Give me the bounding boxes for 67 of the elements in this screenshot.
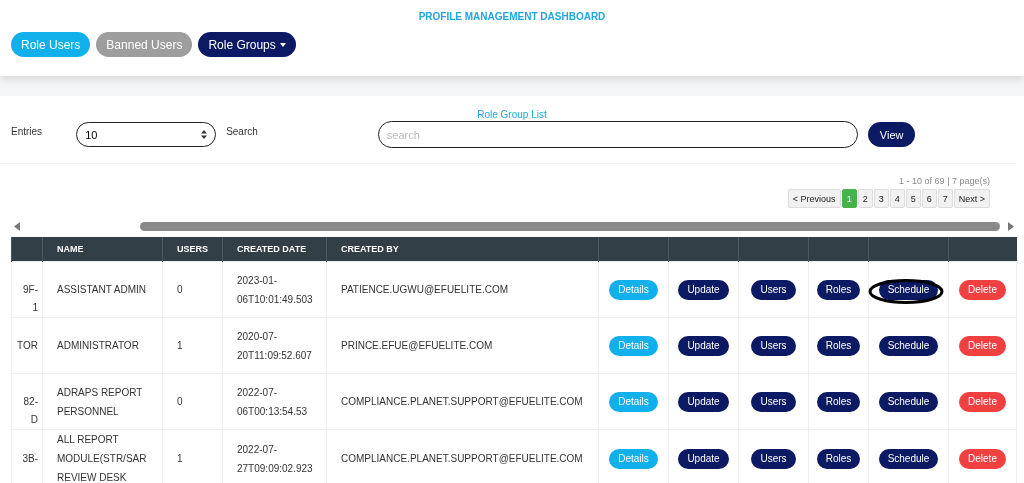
- page-button[interactable]: 4: [889, 189, 905, 208]
- search-label: Search: [226, 126, 258, 137]
- view-button[interactable]: View: [867, 122, 916, 147]
- action-button[interactable]: Users: [751, 279, 796, 300]
- action-button[interactable]: Schedule: [878, 391, 939, 412]
- page-button[interactable]: 5: [905, 189, 921, 208]
- action-button[interactable]: Schedule: [878, 335, 939, 356]
- table-cell-text: COMPLIANCE.PLANET.SUPPORT@EFUELITE.COM: [341, 452, 584, 466]
- table-cell-text: 2023-01-06T10:01:49.503: [237, 273, 312, 307]
- table-cell-text: COMPLIANCE.PLANET.SUPPORT@EFUELITE.COM: [341, 395, 584, 409]
- table-cell-text: 1: [177, 452, 184, 466]
- page-title: PROFILE MANAGEMENT DASHBOARD: [418, 11, 606, 22]
- table-cell-text: ASSISTANT ADMIN: [57, 283, 148, 297]
- action-button[interactable]: Roles: [816, 448, 861, 469]
- table-cell-text: PRINCE.EFUE@EFUELITE.COM: [341, 339, 494, 353]
- table-cell-text: 2022-07-27T09:09:02.923: [237, 442, 312, 476]
- table-cell-text: ALL REPORT MODULE(STR/SAR REVIEW DESK: [57, 433, 148, 483]
- page-button[interactable]: 6: [921, 189, 937, 208]
- action-button[interactable]: Users: [751, 391, 796, 412]
- action-button[interactable]: Update: [678, 279, 729, 300]
- action-button[interactable]: Delete: [959, 391, 1006, 412]
- action-button[interactable]: Update: [678, 391, 729, 412]
- action-button[interactable]: Update: [678, 335, 729, 356]
- column-header: USERS: [162, 237, 223, 262]
- column-header: CREATED BY: [326, 237, 599, 262]
- table-cell-text: TOR: [17, 338, 38, 353]
- table-cell-text: 1: [32, 300, 38, 315]
- previous-button[interactable]: < Previous: [787, 189, 841, 208]
- action-button[interactable]: Update: [678, 448, 729, 469]
- table-cell-text: D: [30, 412, 38, 427]
- column-header: CREATED DATE: [222, 237, 327, 262]
- page-summary: 1 - 10 of 69 | 7 page(s): [899, 176, 990, 186]
- caret-icon: [279, 42, 286, 47]
- page-button[interactable]: 7: [937, 189, 953, 208]
- list-title: Role Group List: [476, 108, 548, 121]
- table-cell-text: 0: [177, 283, 184, 297]
- action-button[interactable]: Delete: [959, 335, 1006, 356]
- updown-icon: [201, 130, 208, 139]
- action-button[interactable]: Roles: [816, 335, 861, 356]
- search-field[interactable]: search: [377, 121, 858, 148]
- scroll-left-icon[interactable]: [14, 221, 20, 231]
- action-button[interactable]: Schedule: [878, 448, 939, 469]
- table-cell-text: 2020-07-20T11:09:52.607: [237, 329, 312, 363]
- action-button[interactable]: Users: [751, 448, 796, 469]
- table-cell-text: 82-: [23, 394, 38, 409]
- table-cell-text: 3B-: [22, 451, 38, 466]
- scrollbar-thumb[interactable]: [140, 221, 1000, 231]
- action-button[interactable]: Users: [751, 335, 796, 356]
- column-header-blank: [11, 237, 43, 262]
- action-button[interactable]: Roles: [816, 279, 861, 300]
- column-header: NAME: [42, 237, 163, 262]
- page-button[interactable]: 2: [857, 189, 873, 208]
- table-cell-text: ADMINISTRATOR: [57, 339, 140, 353]
- table-cell-text: 0: [177, 395, 184, 409]
- next-button[interactable]: Next >: [953, 189, 990, 208]
- nav-button[interactable]: Role Groups: [198, 32, 296, 57]
- table-cell-text: 9F-: [23, 282, 38, 297]
- table-cell-text: 2022-07-06T00:13:54.53: [237, 385, 309, 419]
- scroll-right-icon[interactable]: [1008, 221, 1014, 231]
- action-button[interactable]: Delete: [959, 279, 1006, 300]
- table-cell-text: 1: [177, 339, 184, 353]
- page-button[interactable]: 3: [873, 189, 889, 208]
- action-button[interactable]: Delete: [959, 448, 1006, 469]
- action-button[interactable]: Roles: [816, 391, 861, 412]
- table-cell-text: ADRAPS REPORT PERSONNEL: [57, 385, 144, 419]
- entries-label: Entries: [11, 126, 43, 137]
- table-cell-text: PATIENCE.UGWU@EFUELITE.COM: [341, 283, 509, 297]
